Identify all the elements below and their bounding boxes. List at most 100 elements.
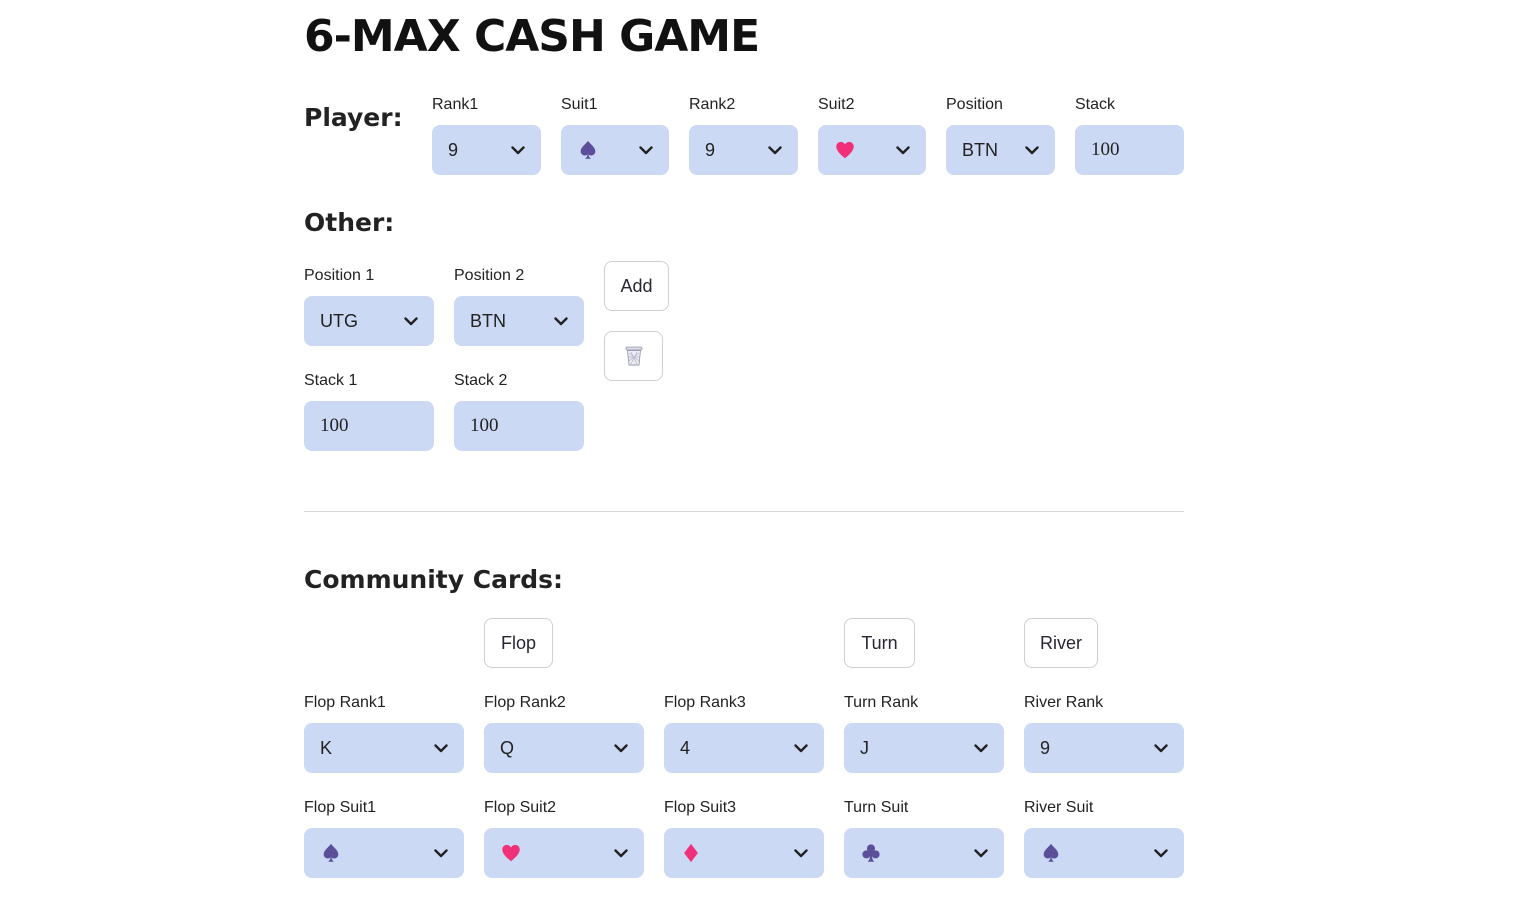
player-stack-input[interactable]: 100 — [1075, 125, 1184, 175]
other-position2-label: Position 2 — [454, 267, 525, 284]
other-stack1-input[interactable]: 100 — [304, 401, 434, 451]
other-position1-label: Position 1 — [304, 267, 375, 284]
flop-suit3-label: Flop Suit3 — [664, 799, 737, 816]
flop-rank2-field: Flop Rank2 Q — [484, 693, 644, 773]
flop-rank3-field: Flop Rank3 4 — [664, 693, 824, 773]
flop-rank1-field: Flop Rank1 K — [304, 693, 464, 773]
spade-icon — [577, 139, 599, 161]
player-rank2-field: Rank2 9 — [689, 95, 798, 175]
turn-rank-select[interactable]: J — [844, 723, 1004, 773]
player-stack-label: Stack — [1075, 96, 1116, 113]
chevron-down-icon — [614, 744, 628, 753]
river-button[interactable]: River — [1024, 618, 1098, 668]
turn-rank-value: J — [860, 737, 869, 758]
other-position1-select[interactable]: UTG — [304, 296, 434, 346]
river-rank-value: 9 — [1040, 737, 1051, 758]
flop-suit1-field: Flop Suit1 — [304, 798, 464, 878]
flop-rank3-value: 4 — [680, 737, 691, 758]
river-suit-label: River Suit — [1024, 799, 1094, 816]
flop-suit3-field: Flop Suit3 — [664, 798, 824, 878]
chevron-down-icon — [768, 146, 782, 155]
heart-icon — [834, 139, 856, 161]
flop-rank2-select[interactable]: Q — [484, 723, 644, 773]
flop-rank1-select[interactable]: K — [304, 723, 464, 773]
player-rank2-label: Rank2 — [689, 96, 736, 113]
river-suit-field: River Suit — [1024, 798, 1184, 878]
flop-rank3-select[interactable]: 4 — [664, 723, 824, 773]
delete-button[interactable] — [604, 331, 663, 381]
flop-suit3-select[interactable] — [664, 828, 824, 878]
other-stack2-field: Stack 2 100 — [454, 371, 584, 451]
chevron-down-icon — [614, 849, 628, 858]
player-suit1-field: Suit1 — [561, 95, 669, 175]
turn-suit-label: Turn Suit — [844, 799, 909, 816]
player-suit2-field: Suit2 — [818, 95, 926, 175]
chevron-down-icon — [794, 849, 808, 858]
chevron-down-icon — [434, 849, 448, 858]
turn-rank-label: Turn Rank — [844, 694, 919, 711]
turn-suit-select[interactable] — [844, 828, 1004, 878]
add-button[interactable]: Add — [604, 261, 669, 311]
flop-rank2-value: Q — [500, 737, 515, 758]
river-rank-select[interactable]: 9 — [1024, 723, 1184, 773]
flop-suit2-label: Flop Suit2 — [484, 799, 557, 816]
flop-suit1-select[interactable] — [304, 828, 464, 878]
player-suit2-select[interactable] — [818, 125, 926, 175]
other-position2-select[interactable]: BTN — [454, 296, 584, 346]
section-divider — [304, 511, 1184, 512]
player-position-field: Position BTN — [946, 95, 1055, 175]
other-stack1-label: Stack 1 — [304, 372, 358, 389]
chevron-down-icon — [404, 317, 418, 326]
river-rank-field: River Rank 9 — [1024, 693, 1184, 773]
flop-button[interactable]: Flop — [484, 618, 553, 668]
river-suit-select[interactable] — [1024, 828, 1184, 878]
chevron-down-icon — [639, 146, 653, 155]
turn-button[interactable]: Turn — [844, 618, 915, 668]
player-suit2-label: Suit2 — [818, 96, 855, 113]
turn-rank-field: Turn Rank J — [844, 693, 1004, 773]
flop-rank2-label: Flop Rank2 — [484, 694, 566, 711]
flop-rank1-label: Flop Rank1 — [304, 694, 386, 711]
other-position2-field: Position 2 BTN — [454, 266, 584, 346]
player-rank1-label: Rank1 — [432, 96, 479, 113]
other-position1-value: UTG — [320, 310, 358, 331]
page-title: 6-MAX CASH GAME — [304, 11, 760, 62]
chevron-down-icon — [974, 744, 988, 753]
flop-suit1-label: Flop Suit1 — [304, 799, 377, 816]
player-position-value: BTN — [962, 139, 998, 160]
chevron-down-icon — [511, 146, 525, 155]
player-stack-field: Stack 100 — [1075, 95, 1184, 175]
player-rank1-select[interactable]: 9 — [432, 125, 541, 175]
player-rank1-field: Rank1 9 — [432, 95, 541, 175]
spade-icon — [1040, 842, 1062, 864]
flop-suit2-field: Flop Suit2 — [484, 798, 644, 878]
chevron-down-icon — [974, 849, 988, 858]
chevron-down-icon — [434, 744, 448, 753]
spade-icon — [320, 842, 342, 864]
chevron-down-icon — [794, 744, 808, 753]
chevron-down-icon — [1154, 744, 1168, 753]
other-heading: Other: — [304, 208, 395, 237]
other-stack2-input[interactable]: 100 — [454, 401, 584, 451]
trash-icon — [625, 346, 642, 366]
flop-rank1-value: K — [320, 737, 333, 758]
club-icon — [860, 842, 882, 864]
player-position-select[interactable]: BTN — [946, 125, 1055, 175]
player-rank2-select[interactable]: 9 — [689, 125, 798, 175]
flop-rank3-label: Flop Rank3 — [664, 694, 746, 711]
chevron-down-icon — [1154, 849, 1168, 858]
player-position-label: Position — [946, 96, 1003, 113]
flop-suit2-select[interactable] — [484, 828, 644, 878]
player-suit1-label: Suit1 — [561, 96, 598, 113]
player-suit1-select[interactable] — [561, 125, 669, 175]
turn-suit-field: Turn Suit — [844, 798, 1004, 878]
other-stack1-field: Stack 1 100 — [304, 371, 434, 451]
player-rank1-value: 9 — [448, 139, 459, 160]
diamond-icon — [680, 842, 702, 864]
community-heading: Community Cards: — [304, 565, 564, 594]
heart-icon — [500, 842, 522, 864]
chevron-down-icon — [1025, 146, 1039, 155]
river-rank-label: River Rank — [1024, 694, 1104, 711]
player-heading: Player: — [304, 103, 403, 132]
chevron-down-icon — [896, 146, 910, 155]
